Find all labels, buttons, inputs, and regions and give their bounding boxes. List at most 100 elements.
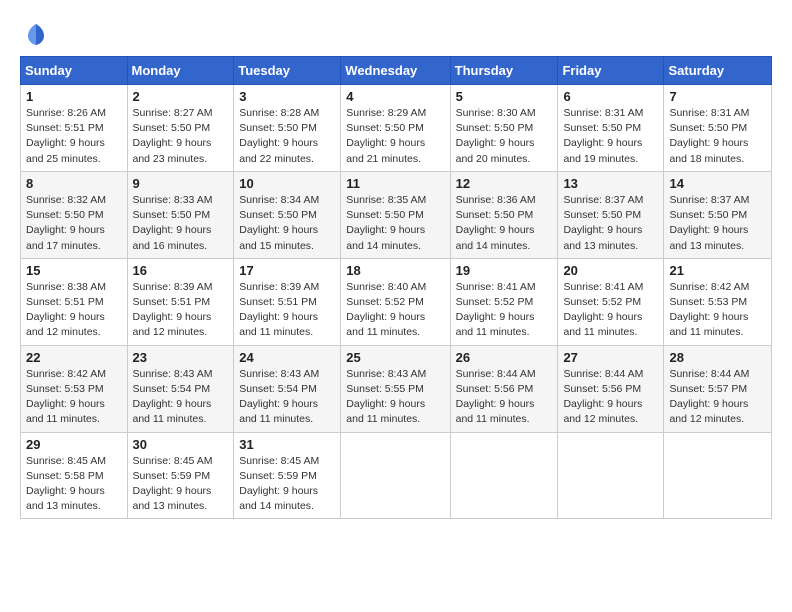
day-number: 7 bbox=[669, 89, 766, 104]
calendar-cell: 28 Sunrise: 8:44 AMSunset: 5:57 PMDaylig… bbox=[664, 345, 772, 432]
day-number: 30 bbox=[133, 437, 229, 452]
calendar-cell bbox=[341, 432, 450, 519]
calendar-cell: 14 Sunrise: 8:37 AMSunset: 5:50 PMDaylig… bbox=[664, 171, 772, 258]
day-number: 16 bbox=[133, 263, 229, 278]
day-info: Sunrise: 8:44 AMSunset: 5:56 PMDaylight:… bbox=[563, 367, 658, 428]
calendar-cell: 17 Sunrise: 8:39 AMSunset: 5:51 PMDaylig… bbox=[234, 258, 341, 345]
day-info: Sunrise: 8:41 AMSunset: 5:52 PMDaylight:… bbox=[563, 280, 658, 341]
calendar-cell: 21 Sunrise: 8:42 AMSunset: 5:53 PMDaylig… bbox=[664, 258, 772, 345]
calendar-cell: 30 Sunrise: 8:45 AMSunset: 5:59 PMDaylig… bbox=[127, 432, 234, 519]
day-info: Sunrise: 8:31 AMSunset: 5:50 PMDaylight:… bbox=[669, 106, 766, 167]
day-number: 20 bbox=[563, 263, 658, 278]
calendar-table: SundayMondayTuesdayWednesdayThursdayFrid… bbox=[20, 56, 772, 519]
day-number: 28 bbox=[669, 350, 766, 365]
calendar-cell: 6 Sunrise: 8:31 AMSunset: 5:50 PMDayligh… bbox=[558, 85, 664, 172]
calendar-cell: 10 Sunrise: 8:34 AMSunset: 5:50 PMDaylig… bbox=[234, 171, 341, 258]
header-friday: Friday bbox=[558, 57, 664, 85]
calendar-cell: 29 Sunrise: 8:45 AMSunset: 5:58 PMDaylig… bbox=[21, 432, 128, 519]
calendar-week-row: 29 Sunrise: 8:45 AMSunset: 5:58 PMDaylig… bbox=[21, 432, 772, 519]
header-monday: Monday bbox=[127, 57, 234, 85]
day-number: 11 bbox=[346, 176, 444, 191]
day-number: 10 bbox=[239, 176, 335, 191]
header-wednesday: Wednesday bbox=[341, 57, 450, 85]
day-info: Sunrise: 8:39 AMSunset: 5:51 PMDaylight:… bbox=[133, 280, 229, 341]
calendar-cell: 8 Sunrise: 8:32 AMSunset: 5:50 PMDayligh… bbox=[21, 171, 128, 258]
day-number: 31 bbox=[239, 437, 335, 452]
calendar-cell: 12 Sunrise: 8:36 AMSunset: 5:50 PMDaylig… bbox=[450, 171, 558, 258]
day-number: 1 bbox=[26, 89, 122, 104]
calendar-cell: 1 Sunrise: 8:26 AMSunset: 5:51 PMDayligh… bbox=[21, 85, 128, 172]
day-number: 4 bbox=[346, 89, 444, 104]
calendar-cell: 5 Sunrise: 8:30 AMSunset: 5:50 PMDayligh… bbox=[450, 85, 558, 172]
calendar-cell: 19 Sunrise: 8:41 AMSunset: 5:52 PMDaylig… bbox=[450, 258, 558, 345]
day-number: 12 bbox=[456, 176, 553, 191]
calendar-cell: 15 Sunrise: 8:38 AMSunset: 5:51 PMDaylig… bbox=[21, 258, 128, 345]
day-number: 22 bbox=[26, 350, 122, 365]
day-info: Sunrise: 8:38 AMSunset: 5:51 PMDaylight:… bbox=[26, 280, 122, 341]
calendar-week-row: 22 Sunrise: 8:42 AMSunset: 5:53 PMDaylig… bbox=[21, 345, 772, 432]
day-info: Sunrise: 8:39 AMSunset: 5:51 PMDaylight:… bbox=[239, 280, 335, 341]
calendar-cell: 3 Sunrise: 8:28 AMSunset: 5:50 PMDayligh… bbox=[234, 85, 341, 172]
day-number: 17 bbox=[239, 263, 335, 278]
day-info: Sunrise: 8:45 AMSunset: 5:59 PMDaylight:… bbox=[239, 454, 335, 515]
day-number: 8 bbox=[26, 176, 122, 191]
day-info: Sunrise: 8:35 AMSunset: 5:50 PMDaylight:… bbox=[346, 193, 444, 254]
day-info: Sunrise: 8:32 AMSunset: 5:50 PMDaylight:… bbox=[26, 193, 122, 254]
day-number: 26 bbox=[456, 350, 553, 365]
day-info: Sunrise: 8:43 AMSunset: 5:54 PMDaylight:… bbox=[239, 367, 335, 428]
header-saturday: Saturday bbox=[664, 57, 772, 85]
header-tuesday: Tuesday bbox=[234, 57, 341, 85]
day-info: Sunrise: 8:31 AMSunset: 5:50 PMDaylight:… bbox=[563, 106, 658, 167]
day-number: 19 bbox=[456, 263, 553, 278]
day-number: 24 bbox=[239, 350, 335, 365]
calendar-cell bbox=[558, 432, 664, 519]
day-number: 23 bbox=[133, 350, 229, 365]
day-info: Sunrise: 8:36 AMSunset: 5:50 PMDaylight:… bbox=[456, 193, 553, 254]
calendar-cell: 20 Sunrise: 8:41 AMSunset: 5:52 PMDaylig… bbox=[558, 258, 664, 345]
logo bbox=[20, 20, 54, 48]
calendar-cell: 31 Sunrise: 8:45 AMSunset: 5:59 PMDaylig… bbox=[234, 432, 341, 519]
day-number: 5 bbox=[456, 89, 553, 104]
calendar-cell: 7 Sunrise: 8:31 AMSunset: 5:50 PMDayligh… bbox=[664, 85, 772, 172]
day-info: Sunrise: 8:37 AMSunset: 5:50 PMDaylight:… bbox=[669, 193, 766, 254]
calendar-cell: 2 Sunrise: 8:27 AMSunset: 5:50 PMDayligh… bbox=[127, 85, 234, 172]
day-info: Sunrise: 8:45 AMSunset: 5:58 PMDaylight:… bbox=[26, 454, 122, 515]
calendar-cell: 16 Sunrise: 8:39 AMSunset: 5:51 PMDaylig… bbox=[127, 258, 234, 345]
day-info: Sunrise: 8:42 AMSunset: 5:53 PMDaylight:… bbox=[26, 367, 122, 428]
day-number: 29 bbox=[26, 437, 122, 452]
calendar-cell: 18 Sunrise: 8:40 AMSunset: 5:52 PMDaylig… bbox=[341, 258, 450, 345]
calendar-cell: 24 Sunrise: 8:43 AMSunset: 5:54 PMDaylig… bbox=[234, 345, 341, 432]
calendar-cell: 25 Sunrise: 8:43 AMSunset: 5:55 PMDaylig… bbox=[341, 345, 450, 432]
calendar-cell: 9 Sunrise: 8:33 AMSunset: 5:50 PMDayligh… bbox=[127, 171, 234, 258]
day-info: Sunrise: 8:45 AMSunset: 5:59 PMDaylight:… bbox=[133, 454, 229, 515]
calendar-cell bbox=[664, 432, 772, 519]
day-info: Sunrise: 8:28 AMSunset: 5:50 PMDaylight:… bbox=[239, 106, 335, 167]
calendar-cell: 4 Sunrise: 8:29 AMSunset: 5:50 PMDayligh… bbox=[341, 85, 450, 172]
day-info: Sunrise: 8:40 AMSunset: 5:52 PMDaylight:… bbox=[346, 280, 444, 341]
day-info: Sunrise: 8:29 AMSunset: 5:50 PMDaylight:… bbox=[346, 106, 444, 167]
day-number: 27 bbox=[563, 350, 658, 365]
header-sunday: Sunday bbox=[21, 57, 128, 85]
day-info: Sunrise: 8:44 AMSunset: 5:57 PMDaylight:… bbox=[669, 367, 766, 428]
calendar-cell bbox=[450, 432, 558, 519]
day-info: Sunrise: 8:41 AMSunset: 5:52 PMDaylight:… bbox=[456, 280, 553, 341]
header-thursday: Thursday bbox=[450, 57, 558, 85]
calendar-cell: 27 Sunrise: 8:44 AMSunset: 5:56 PMDaylig… bbox=[558, 345, 664, 432]
logo-icon bbox=[22, 20, 50, 48]
day-number: 25 bbox=[346, 350, 444, 365]
day-number: 15 bbox=[26, 263, 122, 278]
day-number: 13 bbox=[563, 176, 658, 191]
calendar-week-row: 8 Sunrise: 8:32 AMSunset: 5:50 PMDayligh… bbox=[21, 171, 772, 258]
calendar-cell: 13 Sunrise: 8:37 AMSunset: 5:50 PMDaylig… bbox=[558, 171, 664, 258]
day-number: 18 bbox=[346, 263, 444, 278]
day-number: 6 bbox=[563, 89, 658, 104]
calendar-cell: 22 Sunrise: 8:42 AMSunset: 5:53 PMDaylig… bbox=[21, 345, 128, 432]
day-info: Sunrise: 8:42 AMSunset: 5:53 PMDaylight:… bbox=[669, 280, 766, 341]
day-info: Sunrise: 8:33 AMSunset: 5:50 PMDaylight:… bbox=[133, 193, 229, 254]
page-header bbox=[20, 16, 772, 48]
day-number: 21 bbox=[669, 263, 766, 278]
day-number: 9 bbox=[133, 176, 229, 191]
day-info: Sunrise: 8:37 AMSunset: 5:50 PMDaylight:… bbox=[563, 193, 658, 254]
calendar-cell: 11 Sunrise: 8:35 AMSunset: 5:50 PMDaylig… bbox=[341, 171, 450, 258]
day-info: Sunrise: 8:27 AMSunset: 5:50 PMDaylight:… bbox=[133, 106, 229, 167]
